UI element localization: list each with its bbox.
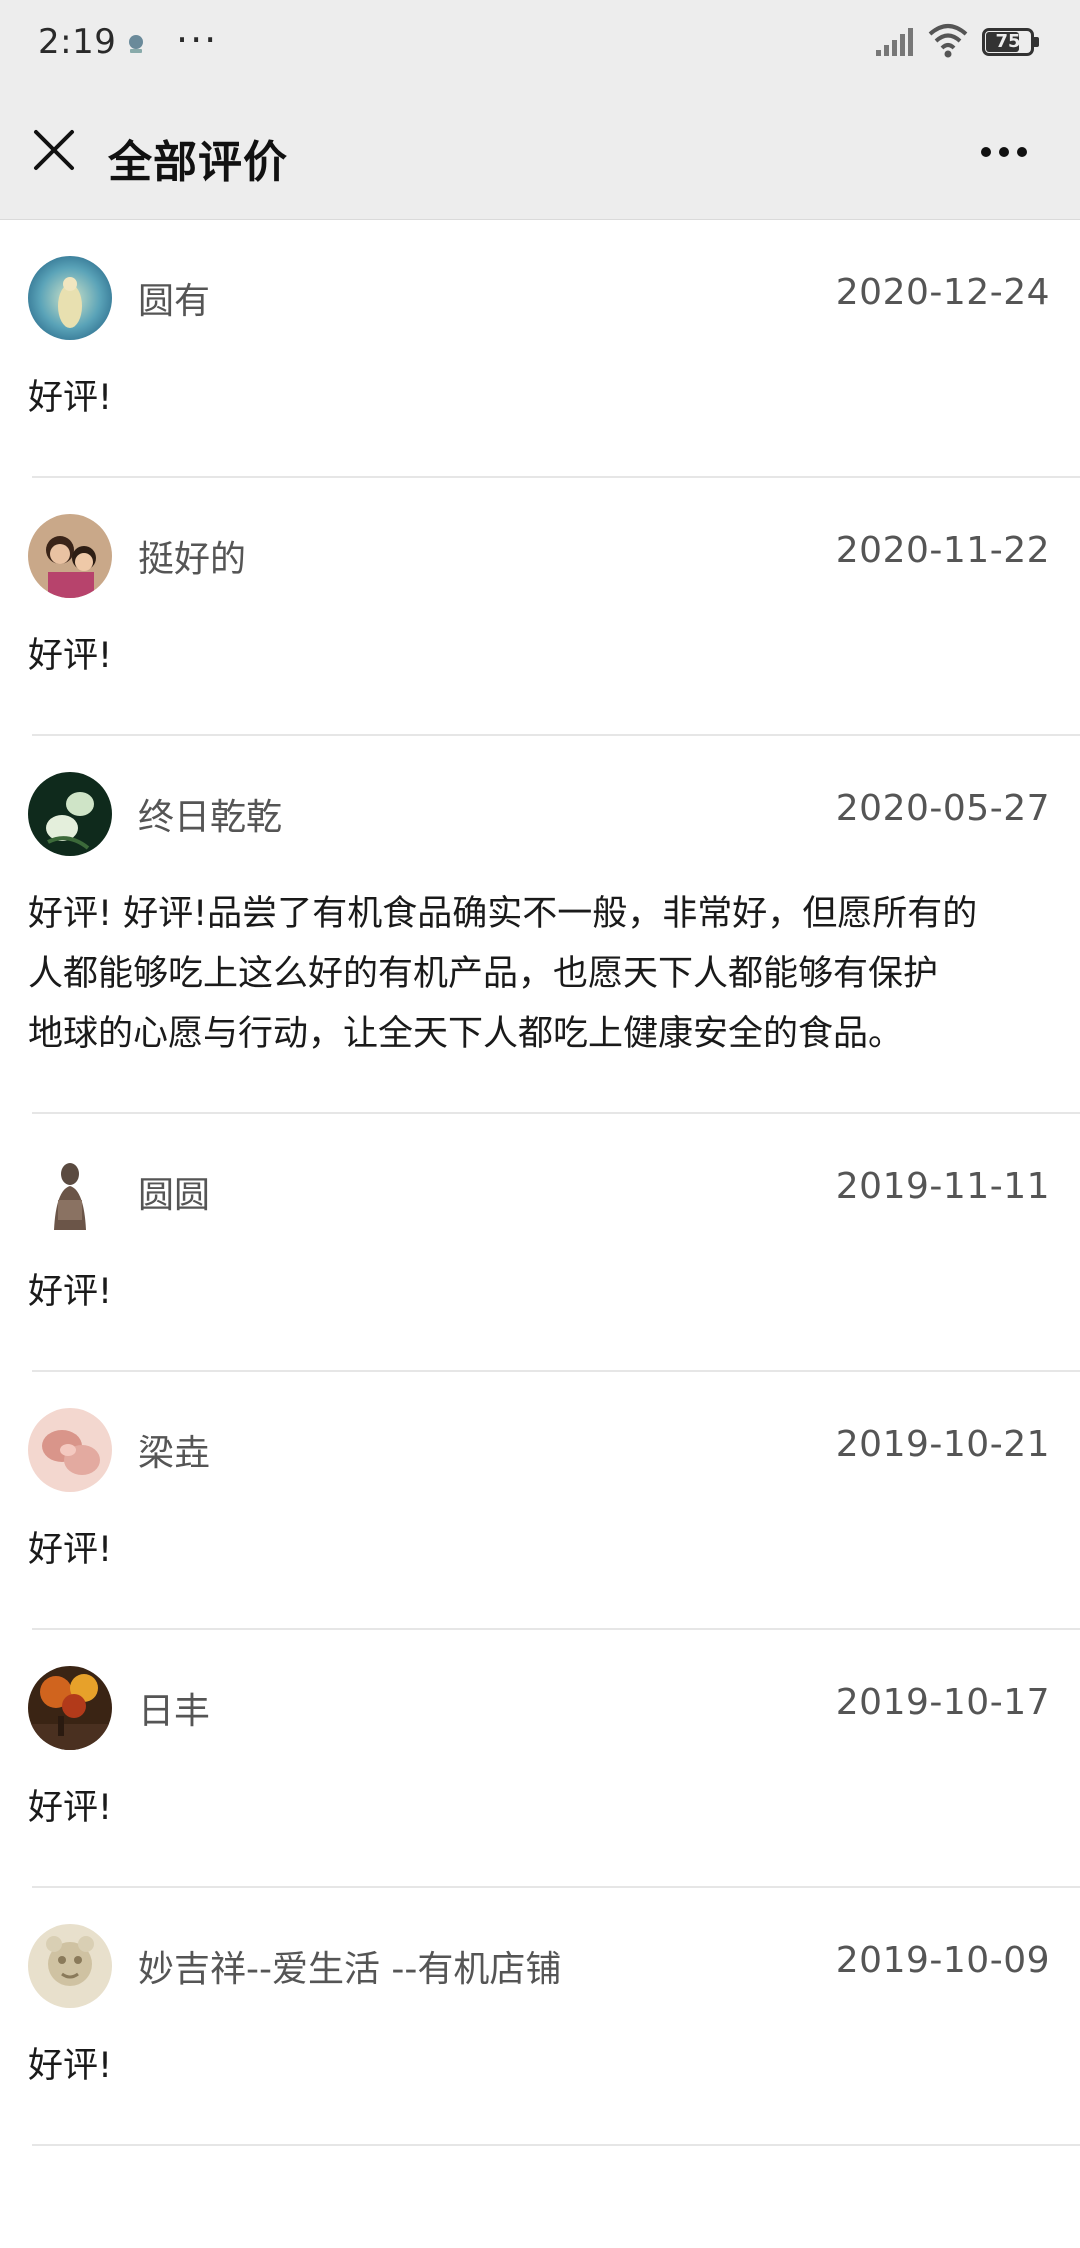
review-text: 好评! 好评!品尝了有机食品确实不一般，非常好，但愿所有的 人都能够吃上这么好的… xyxy=(28,894,978,1054)
page-title: 全部评价 xyxy=(108,137,288,188)
more-button[interactable] xyxy=(968,128,1040,176)
avatar[interactable] xyxy=(28,256,112,340)
review-text: 好评! xyxy=(28,1788,113,1828)
review-text: 好评! xyxy=(28,1272,113,1312)
review-text: 好评! xyxy=(28,636,113,676)
review-item: 圆有 2020-12-24 好评! xyxy=(0,220,1080,478)
review-date: 2019-10-09 xyxy=(835,1940,1050,1981)
wifi-icon xyxy=(926,20,970,60)
battery-icon: 75 xyxy=(982,28,1040,56)
nav-bar: 全部评价 xyxy=(0,88,1080,220)
review-text: 好评! xyxy=(28,1530,113,1570)
signal-icon xyxy=(874,26,914,58)
review-item: 终日乾乾 2020-05-27 好评! 好评!品尝了有机食品确实不一般，非常好，… xyxy=(0,736,1080,1114)
review-list: 圆有 2020-12-24 好评! 挺好的 2020-11-22 好评! 终日乾… xyxy=(0,220,1080,2146)
user-name: 日丰 xyxy=(138,1691,211,1732)
avatar[interactable] xyxy=(28,1150,112,1234)
avatar[interactable] xyxy=(28,1666,112,1750)
review-date: 2020-12-24 xyxy=(835,272,1050,313)
avatar[interactable] xyxy=(28,1408,112,1492)
avatar[interactable] xyxy=(28,514,112,598)
avatar[interactable] xyxy=(28,1924,112,2008)
review-item: 日丰 2019-10-17 好评! xyxy=(0,1630,1080,1888)
review-text: 好评! xyxy=(28,378,113,418)
user-name: 圆圆 xyxy=(138,1175,211,1216)
user-name: 妙吉祥--爱生活 --有机店铺 xyxy=(138,1949,562,1990)
user-name: 终日乾乾 xyxy=(138,797,283,838)
review-date: 2019-10-17 xyxy=(835,1682,1050,1723)
close-button[interactable] xyxy=(22,118,86,182)
more-icon xyxy=(981,147,1027,157)
status-time: 2:19 xyxy=(38,22,117,62)
avatar[interactable] xyxy=(28,772,112,856)
review-date: 2019-11-11 xyxy=(835,1166,1050,1207)
notification-icon xyxy=(122,30,150,58)
review-date: 2020-11-22 xyxy=(835,530,1050,571)
review-item: 梁垚 2019-10-21 好评! xyxy=(0,1372,1080,1630)
review-item: 圆圆 2019-11-11 好评! xyxy=(0,1114,1080,1372)
divider xyxy=(32,2144,1080,2146)
status-more-dots: ··· xyxy=(176,18,219,62)
review-date: 2019-10-21 xyxy=(835,1424,1050,1465)
review-text: 好评! xyxy=(28,2046,113,2086)
user-name: 圆有 xyxy=(138,281,211,322)
user-name: 梁垚 xyxy=(138,1433,211,1474)
review-item: 挺好的 2020-11-22 好评! xyxy=(0,478,1080,736)
user-name: 挺好的 xyxy=(138,539,247,580)
battery-level: 75 xyxy=(995,31,1021,52)
review-date: 2020-05-27 xyxy=(835,788,1050,829)
status-bar: 2:19 ··· 75 xyxy=(0,0,1080,88)
review-item: 妙吉祥--爱生活 --有机店铺 2019-10-09 好评! xyxy=(0,1888,1080,2146)
close-icon xyxy=(34,130,74,170)
